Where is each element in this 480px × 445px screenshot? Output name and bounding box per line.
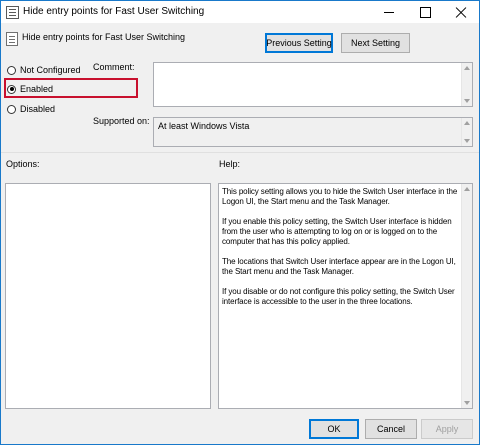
ok-label: OK [327,424,341,434]
scroll-down-icon[interactable] [464,139,470,143]
options-panel [5,183,211,409]
supported-on-value: At least Windows Vista [158,121,250,131]
scroll-up-icon[interactable] [464,121,470,125]
help-paragraph: The locations that Switch User interface… [222,257,456,276]
help-paragraph: This policy setting allows you to hide t… [222,187,458,206]
scroll-up-icon[interactable] [464,187,470,191]
scroll-up-icon[interactable] [464,66,470,70]
cancel-button[interactable]: Cancel [365,419,417,439]
previous-setting-button[interactable]: Previous Setting [265,33,333,53]
previous-setting-label: Previous Setting [266,38,332,48]
help-paragraph: If you enable this policy setting, the S… [222,217,452,246]
ok-button[interactable]: OK [309,419,359,439]
help-text: This policy setting allows you to hide t… [222,187,460,317]
supported-on-scrollbar[interactable] [461,118,472,146]
policy-setting-icon [6,32,18,46]
radio-disabled[interactable]: Disabled [7,104,55,114]
apply-label: Apply [435,424,459,434]
radio-not-configured-label: Not Configured [20,65,81,75]
radio-disabled-circle[interactable] [7,104,16,114]
radio-not-configured[interactable]: Not Configured [7,65,81,75]
help-panel: This policy setting allows you to hide t… [218,183,473,409]
next-setting-button[interactable]: Next Setting [341,33,410,53]
cancel-label: Cancel [376,424,405,434]
help-label: Help: [219,159,241,169]
comment-label: Comment: [93,62,135,72]
radio-enabled[interactable]: Enabled [7,84,53,94]
maximize-icon[interactable] [407,1,443,23]
scroll-down-icon[interactable] [464,401,470,405]
scroll-down-icon[interactable] [464,99,470,103]
radio-not-configured-circle[interactable] [7,65,16,75]
supported-on-label: Supported on: [93,116,150,126]
policy-dialog-window: Hide entry points for Fast User Switchin… [0,0,480,445]
apply-button[interactable]: Apply [421,419,473,439]
section-divider [1,152,479,153]
close-icon[interactable] [443,1,479,23]
radio-enabled-circle[interactable] [7,84,16,94]
comment-scrollbar[interactable] [461,63,472,106]
window-title: Hide entry points for Fast User Switchin… [23,6,205,17]
radio-disabled-label: Disabled [20,104,56,114]
minimize-icon[interactable] [371,1,407,23]
comment-textarea[interactable] [153,62,473,107]
supported-on-field: At least Windows Vista [153,117,473,147]
title-bar: Hide entry points for Fast User Switchin… [1,1,479,23]
help-paragraph: If you disable or do not configure this … [222,287,455,306]
policy-document-icon [6,6,19,19]
next-setting-label: Next Setting [350,38,401,48]
radio-enabled-label: Enabled [20,84,54,94]
options-label: Options: [6,159,40,169]
policy-name-label: Hide entry points for Fast User Switchin… [22,32,186,42]
help-scrollbar[interactable] [461,184,472,408]
